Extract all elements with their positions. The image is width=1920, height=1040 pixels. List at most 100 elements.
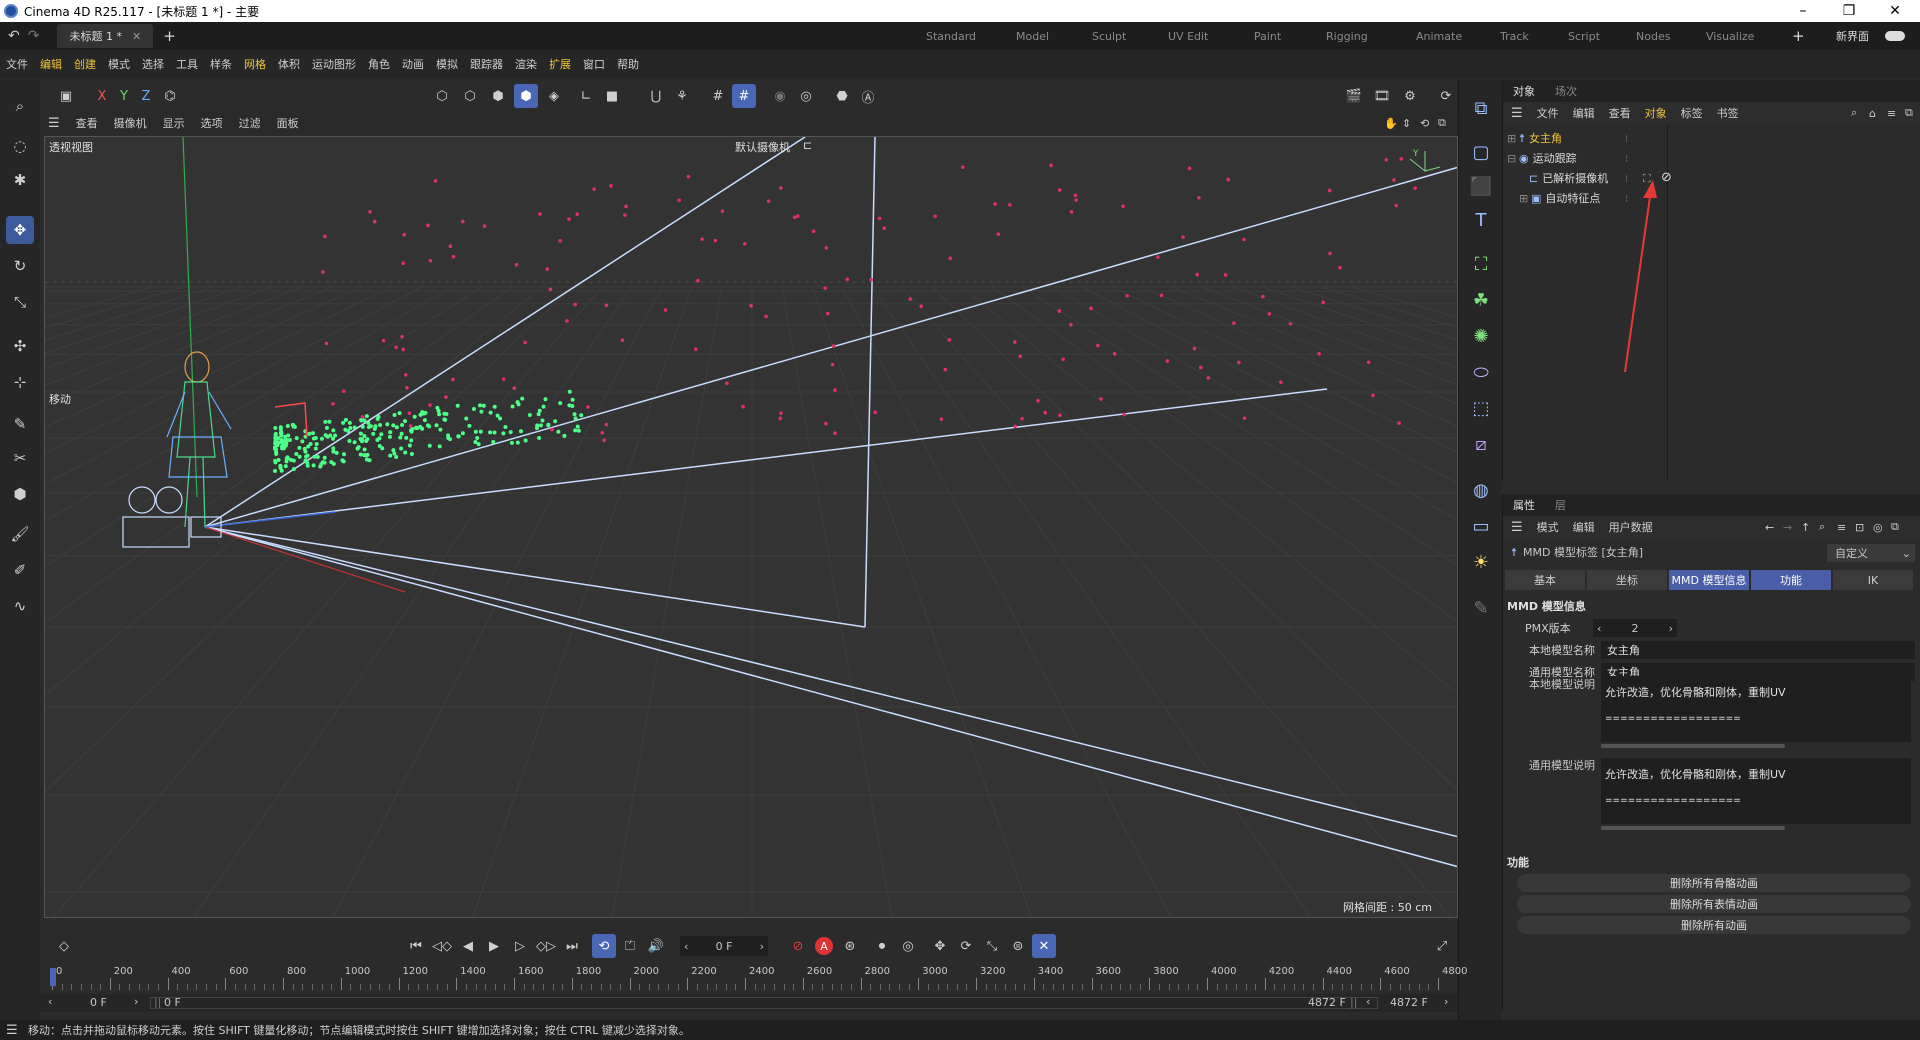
undo-icon[interactable]: ↶ (8, 28, 20, 44)
volume-icon[interactable]: ⬚ (1467, 394, 1495, 422)
range-end-handle[interactable]: || (1350, 996, 1357, 1009)
record-rotation-icon[interactable]: ⟳ (954, 934, 978, 958)
local-name-field[interactable]: 女主角 (1601, 641, 1915, 659)
tab-attributes[interactable]: 属性 (1503, 497, 1545, 513)
chevron-left-icon[interactable]: ‹ (48, 995, 52, 1008)
layout-tab-rigging[interactable]: Rigging (1326, 22, 1368, 50)
obj-menu-file[interactable]: 文件 (1537, 105, 1559, 121)
chevron-left-icon[interactable]: ‹ (1597, 622, 1601, 635)
zoom-icon[interactable]: ⇕ (1402, 117, 1411, 130)
menu-item-16[interactable]: 窗口 (583, 56, 605, 72)
subtab-ik[interactable]: IK (1833, 570, 1913, 590)
menu-item-15[interactable]: 扩展 (549, 56, 571, 72)
orbit-icon[interactable]: ⟲ (1420, 117, 1429, 130)
local-desc-field[interactable]: 允许改造，优化骨骼和刚体，重制UV ================== (1601, 676, 1911, 742)
render-active-view-icon[interactable]: 🎬 (1342, 84, 1366, 108)
delete-bone-anim-button[interactable]: 删除所有骨骼动画 (1517, 874, 1911, 892)
record-position-icon[interactable]: ✥ (928, 934, 952, 958)
close-button[interactable]: ✕ (1872, 0, 1918, 22)
coordinate-system-icon[interactable]: ⌬ (158, 84, 182, 108)
menu-item-11[interactable]: 动画 (402, 56, 424, 72)
symmetry-icon[interactable]: ⚘ (670, 84, 694, 108)
solo-icon[interactable]: ■ (600, 84, 624, 108)
add-tab-button[interactable]: + (163, 27, 176, 45)
layout-tab-visualize[interactable]: Visualize (1706, 22, 1754, 50)
prev-key-icon[interactable]: ◁◇ (430, 934, 454, 958)
obj-menu-edit[interactable]: 编辑 (1573, 105, 1595, 121)
menu-item-8[interactable]: 体积 (278, 56, 300, 72)
layout-tab-sculpt[interactable]: Sculpt (1092, 22, 1126, 50)
attr-menu-mode[interactable]: 模式 (1537, 519, 1559, 535)
tab-layers[interactable]: 层 (1545, 497, 1576, 513)
live-selection-icon[interactable]: ◌ (6, 132, 34, 160)
layout-tab-standard[interactable]: Standard (926, 22, 976, 50)
viewport-menu-item-4[interactable]: 过滤 (239, 115, 261, 131)
environment-icon[interactable]: ◍ (1467, 476, 1495, 504)
add-layout-button[interactable]: + (1792, 22, 1805, 50)
viewport-menu-item-0[interactable]: 查看 (76, 115, 98, 131)
minimize-button[interactable]: – (1780, 0, 1826, 22)
maximize-button[interactable]: ❐ (1826, 0, 1872, 22)
model-mode-icon[interactable]: ▣ (54, 84, 78, 108)
search-icon[interactable]: ⌕ (6, 92, 34, 120)
cloner-icon[interactable]: ☘ (1467, 286, 1495, 314)
y-axis-lock[interactable]: Y (112, 84, 136, 108)
status-menu-icon[interactable]: ☰ (6, 1023, 18, 1038)
record-active-icon[interactable]: ⊘ (786, 934, 810, 958)
motion-record-icon[interactable]: ⏺ (870, 934, 894, 958)
delete-morph-anim-button[interactable]: 删除所有表情动画 (1517, 895, 1911, 913)
menu-item-3[interactable]: 模式 (108, 56, 130, 72)
range-end[interactable]: 4872 F (1390, 996, 1428, 1009)
document-tab[interactable]: 未标题 1 * ✕ (57, 24, 154, 48)
timeline-expand-icon[interactable]: ⤢ (1430, 934, 1454, 958)
attr-filter-icon[interactable]: ≡ (1837, 521, 1846, 534)
edges-mode-icon[interactable]: ⬡ (458, 84, 482, 108)
obj-expand-icon[interactable]: ⧉ (1905, 106, 1913, 120)
object-mode-icon[interactable]: ⬢ (514, 84, 538, 108)
render-settings-icon[interactable]: ⚙ (1398, 84, 1422, 108)
record-pla-icon[interactable]: ✕ (1032, 934, 1056, 958)
grid-icon[interactable]: # (706, 84, 730, 108)
scale-tool-icon[interactable]: ⤡ (6, 288, 34, 316)
object-item-motion-tracker[interactable]: ⊟ ◉ 运动跟踪 (1503, 148, 1668, 168)
uv-mode-icon[interactable]: ◈ (542, 84, 566, 108)
pmx-version-stepper[interactable]: ‹ 2 › (1593, 619, 1677, 637)
camera-create-icon[interactable]: ▭ (1467, 512, 1495, 540)
viewport-hamburger-icon[interactable]: ☰ (48, 116, 60, 131)
interactive-render-icon[interactable]: ⟳ (1434, 84, 1458, 108)
cube-outline-icon[interactable]: ▢ (1467, 138, 1495, 166)
keyframe-selection-icon[interactable]: ⊛ (838, 934, 862, 958)
menu-item-12[interactable]: 模拟 (436, 56, 458, 72)
key-interpolation-icon[interactable]: ◎ (896, 934, 920, 958)
menu-item-4[interactable]: 选择 (142, 56, 164, 72)
field-icon[interactable]: ⬭ (1467, 358, 1495, 386)
snap-grid-icon[interactable]: # (732, 84, 756, 108)
menu-item-10[interactable]: 角色 (368, 56, 390, 72)
points-mode-icon[interactable]: ⬡ (430, 84, 454, 108)
obj-filter-icon[interactable]: ≡ (1887, 107, 1896, 120)
layout-tab-nodes[interactable]: Nodes (1636, 22, 1670, 50)
attr-menu-edit[interactable]: 编辑 (1573, 519, 1595, 535)
z-axis-lock[interactable]: Z (134, 84, 158, 108)
polygons-mode-icon[interactable]: ⬢ (486, 84, 510, 108)
next-key-icon[interactable]: ◇▷ (534, 934, 558, 958)
close-tab-icon[interactable]: ✕ (132, 30, 141, 43)
viewport-menu-item-3[interactable]: 选项 (201, 115, 223, 131)
text-icon[interactable]: T (1467, 206, 1495, 234)
go-to-end-icon[interactable]: ⏭ (560, 934, 584, 958)
common-desc-field[interactable]: 允许改造，优化骨骼和刚体，重制UV ================== (1601, 758, 1911, 824)
viewport-menu-item-5[interactable]: 面板 (277, 115, 299, 131)
forward-icon[interactable]: → (1783, 521, 1792, 534)
record-param-icon[interactable]: ⊜ (1006, 934, 1030, 958)
common-desc-scrollbar[interactable] (1601, 826, 1785, 830)
delete-all-anim-button[interactable]: 删除所有动画 (1517, 916, 1911, 934)
tweak-tool-icon[interactable]: ✱ (6, 166, 34, 194)
layout-tab-animate[interactable]: Animate (1416, 22, 1462, 50)
edit-icon[interactable]: ✎ (1467, 594, 1495, 622)
deformer-icon[interactable]: ✺ (1467, 322, 1495, 350)
generator-icon[interactable]: ⛶ (1467, 250, 1495, 278)
obj-menu-object[interactable]: 对象 (1645, 105, 1667, 121)
menu-item-7[interactable]: 网格 (244, 56, 266, 72)
obj-menu-bookmarks[interactable]: 书签 (1717, 105, 1739, 121)
menu-item-13[interactable]: 跟踪器 (470, 56, 503, 72)
